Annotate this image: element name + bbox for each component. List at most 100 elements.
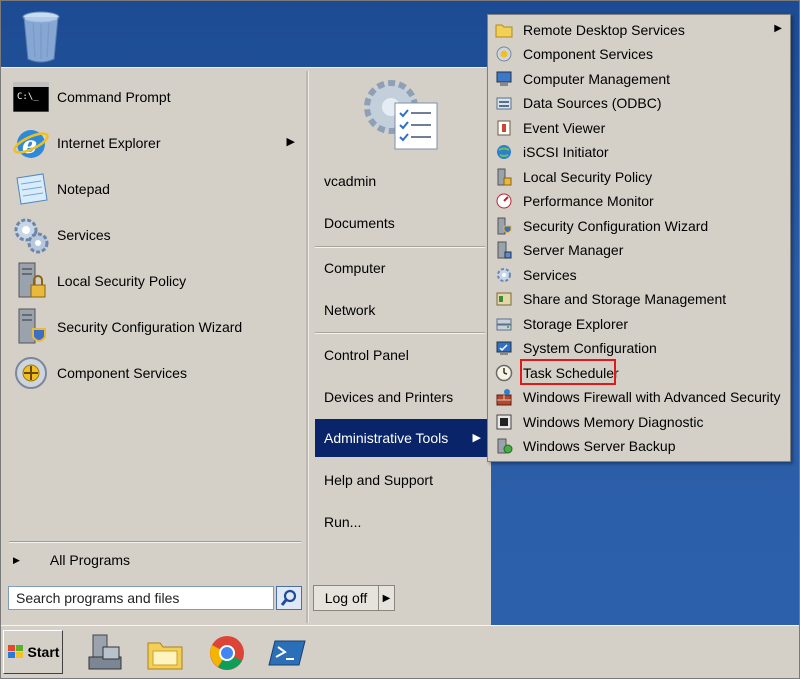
recycle-bin-icon[interactable] [19, 7, 63, 65]
admin-item-performance-monitor[interactable]: Performance Monitor [490, 189, 786, 213]
admin-item-label: Remote Desktop Services [523, 22, 685, 38]
notepad-icon [11, 169, 51, 209]
odbc-icon [493, 93, 515, 113]
start-right-network[interactable]: Network [315, 291, 487, 329]
log-off-button[interactable]: Log off ▶ [313, 585, 395, 611]
admin-item-windows-memory-diagnostic[interactable]: Windows Memory Diagnostic [490, 410, 786, 434]
submenu-arrow-icon: ▶ [472, 432, 481, 444]
start-item-internet-explorer[interactable]: e Internet Explorer ▶ [3, 121, 305, 165]
admin-item-label: Computer Management [523, 71, 671, 87]
start-item-services[interactable]: Services [3, 213, 305, 257]
admin-item-remote-desktop-services[interactable]: Remote Desktop Services ▶ [490, 18, 786, 42]
search-button[interactable] [276, 586, 302, 610]
start-right-help-support[interactable]: Help and Support [315, 461, 487, 499]
clock-icon [493, 363, 515, 383]
admin-item-data-sources-odbc[interactable]: Data Sources (ODBC) [490, 91, 786, 115]
admin-item-share-storage-management[interactable]: Share and Storage Management [490, 287, 786, 311]
start-item-local-security-policy[interactable]: Local Security Policy [3, 259, 305, 303]
pane-divider [306, 71, 309, 623]
share-storage-icon [493, 289, 515, 309]
svg-text:C:\_: C:\_ [17, 92, 39, 102]
admin-item-label: Event Viewer [523, 120, 606, 136]
computer-management-icon [493, 69, 515, 89]
admin-item-label: System Configuration [523, 340, 657, 356]
admin-item-services[interactable]: Services [490, 263, 786, 287]
admin-item-windows-firewall[interactable]: Windows Firewall with Advanced Security [490, 385, 786, 409]
admin-tools-picture-icon [361, 73, 441, 153]
start-item-component-services[interactable]: Component Services [3, 351, 305, 395]
search-placeholder: Search programs and files [16, 590, 180, 606]
admin-item-label: Windows Memory Diagnostic [523, 414, 704, 430]
divider [315, 332, 485, 334]
user-label: vcadmin [324, 173, 377, 189]
log-off-label: Log off [314, 586, 379, 610]
start-item-label: Component Services [57, 365, 187, 381]
admin-item-task-scheduler[interactable]: Task Scheduler [490, 359, 786, 385]
component-services-icon [11, 353, 51, 393]
performance-monitor-icon [493, 191, 515, 211]
submenu-arrow-icon: ▶ [774, 23, 782, 34]
admin-item-event-viewer[interactable]: Event Viewer [490, 116, 786, 140]
admin-item-label: Services [523, 267, 577, 283]
start-right-run[interactable]: Run... [315, 503, 487, 541]
admin-item-label: Windows Firewall with Advanced Security [523, 389, 781, 405]
local-security-policy-icon [11, 261, 51, 301]
iscsi-globe-icon [493, 142, 515, 162]
start-right-documents[interactable]: Documents [315, 204, 487, 242]
google-chrome-taskbar-icon[interactable] [205, 632, 249, 674]
system-configuration-icon [493, 338, 515, 358]
search-input[interactable]: Search programs and files [8, 586, 274, 610]
admin-item-label: Windows Server Backup [523, 438, 676, 454]
admin-item-server-manager[interactable]: Server Manager [490, 238, 786, 262]
start-label: Start [27, 644, 60, 660]
admin-item-local-security-policy[interactable]: Local Security Policy [490, 165, 786, 189]
admin-item-label: Share and Storage Management [523, 291, 727, 307]
administrative-tools-label: Administrative Tools [324, 430, 449, 446]
admin-item-iscsi-initiator[interactable]: iSCSI Initiator [490, 140, 786, 164]
divider [9, 541, 301, 543]
admin-item-computer-management[interactable]: Computer Management [490, 67, 786, 91]
admin-item-label: Server Manager [523, 242, 624, 258]
highlight-callout [520, 359, 616, 385]
admin-item-windows-server-backup[interactable]: Windows Server Backup [490, 434, 786, 458]
server-backup-icon [493, 436, 515, 456]
start-item-notepad[interactable]: Notepad [3, 167, 305, 211]
security-configuration-wizard-icon [493, 216, 515, 236]
start-item-command-prompt[interactable]: C:\_ Command Prompt [3, 75, 305, 119]
start-right-devices-printers[interactable]: Devices and Printers [315, 378, 487, 416]
all-programs-label: All Programs [49, 552, 131, 568]
folder-icon [493, 20, 515, 40]
server-manager-icon [493, 240, 515, 260]
server-manager-taskbar-icon[interactable] [83, 632, 127, 674]
network-label: Network [324, 302, 376, 318]
storage-explorer-icon [493, 314, 515, 334]
start-item-security-configuration-wizard[interactable]: Security Configuration Wizard [3, 305, 305, 349]
control-panel-label: Control Panel [324, 347, 409, 363]
expand-arrow-icon: ▶ [13, 554, 20, 565]
admin-item-label: Performance Monitor [523, 193, 654, 209]
security-configuration-wizard-icon [11, 307, 51, 347]
internet-explorer-icon: e [11, 123, 51, 163]
run-label: Run... [324, 514, 362, 530]
start-right-administrative-tools[interactable]: Administrative Tools ▶ [315, 419, 487, 457]
search-icon [280, 589, 297, 606]
start-right-user[interactable]: vcadmin [315, 162, 487, 200]
start-right-computer[interactable]: Computer [315, 249, 487, 287]
component-services-icon [493, 44, 515, 64]
start-right-control-panel[interactable]: Control Panel [315, 336, 487, 374]
shutdown-options-arrow-icon[interactable]: ▶ [379, 593, 394, 604]
start-button[interactable]: Start [3, 630, 63, 674]
event-viewer-icon [493, 118, 515, 138]
firewall-icon [493, 387, 515, 407]
admin-item-storage-explorer[interactable]: Storage Explorer [490, 312, 786, 336]
submenu-arrow-icon: ▶ [286, 136, 295, 148]
powershell-taskbar-icon[interactable] [265, 632, 309, 674]
admin-item-system-configuration[interactable]: System Configuration [490, 336, 786, 360]
admin-item-component-services[interactable]: Component Services [490, 42, 786, 66]
windows-explorer-taskbar-icon[interactable] [143, 632, 187, 674]
start-item-label: Internet Explorer [57, 135, 161, 151]
admin-item-security-configuration-wizard[interactable]: Security Configuration Wizard [490, 214, 786, 238]
windows-logo-icon [7, 645, 23, 658]
all-programs-button[interactable]: ▶ All Programs [9, 547, 299, 573]
admin-item-label: iSCSI Initiator [523, 144, 609, 160]
